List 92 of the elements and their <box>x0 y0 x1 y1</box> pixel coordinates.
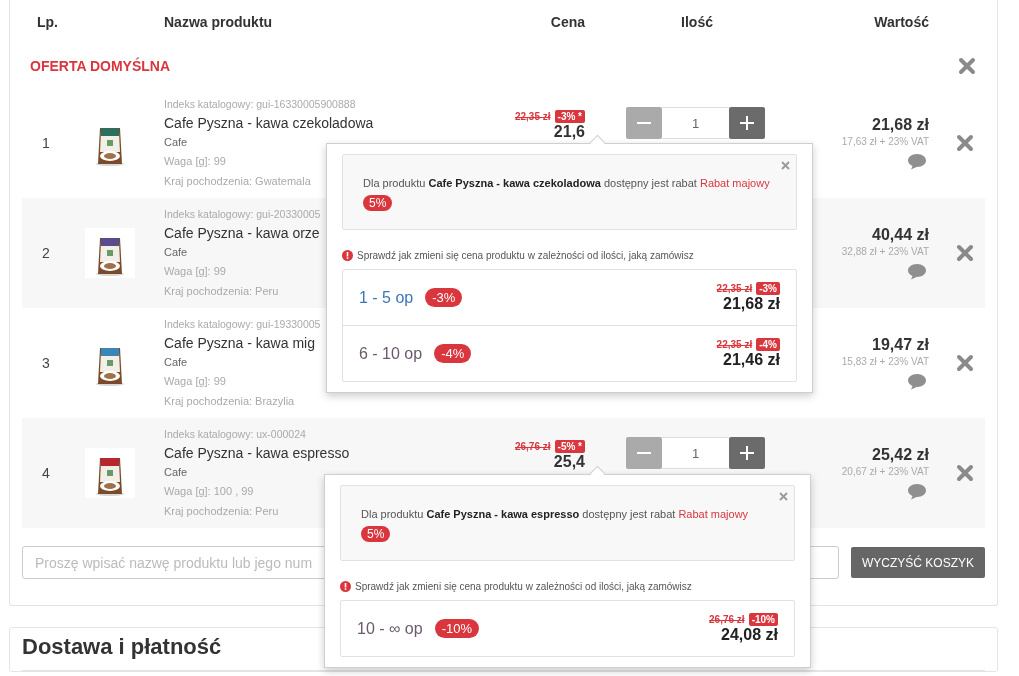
quantity-field[interactable]: 1 <box>662 107 729 139</box>
discount-name[interactable]: Rabat majowy <box>678 508 749 520</box>
discount-message: Dla produktu Cafe Pyszna - kawa czekoladowa dostępny jest rabat <box>363 177 697 189</box>
increase-button[interactable] <box>729 107 765 139</box>
product-category: Cafe <box>164 465 188 480</box>
comment-icon[interactable] <box>907 263 927 280</box>
line-total: 19,47 zł <box>872 336 929 354</box>
row-number: 4 <box>41 465 51 481</box>
remove-icon[interactable] <box>956 134 974 152</box>
remove-icon[interactable] <box>956 244 974 262</box>
section-title: Dostawa i płatność <box>22 634 222 660</box>
net-price: 20,67 zł + 23% VAT <box>841 466 929 477</box>
minus-icon <box>637 122 651 124</box>
catalog-index: Indeks katalogowy: ux-000024 <box>164 427 306 442</box>
quantity-range[interactable]: 10 - ∞ op <box>357 619 423 638</box>
remove-icon[interactable] <box>956 464 974 482</box>
product-weight: Waga [g]: 99 <box>164 154 226 169</box>
old-price: 22,35 zł <box>514 111 551 122</box>
discount-badge[interactable]: -3% * <box>554 110 585 123</box>
product-origin: Kraj pochodzenia: Brazylia <box>164 394 295 409</box>
discount-badge: -4% <box>756 338 780 351</box>
discount-badge: -3% <box>425 288 463 307</box>
column-header: Lp. <box>36 14 59 30</box>
discount-badge: -10% <box>748 613 778 626</box>
product-weight: Waga [g]: 99 <box>164 374 226 389</box>
discount-badge[interactable]: -5% * <box>554 440 585 453</box>
clear-cart-button[interactable]: WYCZYŚĆ KOSZYK <box>851 547 985 578</box>
increase-button[interactable] <box>729 437 765 469</box>
catalog-index: Indeks katalogowy: gui-19330005 <box>164 317 321 332</box>
column-header: Ilość <box>680 14 714 30</box>
net-price: 15,83 zł + 23% VAT <box>841 356 929 367</box>
old-price: 22,35 zł <box>716 339 753 350</box>
product-origin: Kraj pochodzenia: Peru <box>164 504 279 519</box>
minus-icon <box>637 452 651 454</box>
comment-icon[interactable] <box>907 373 927 390</box>
product-weight: Waga [g]: 100 , 99 <box>164 484 254 499</box>
plus-icon <box>740 116 754 130</box>
product-origin: Kraj pochodzenia: Peru <box>164 284 279 299</box>
comment-icon[interactable] <box>907 483 927 500</box>
discount-badge: -10% <box>434 619 480 638</box>
decrease-button[interactable] <box>626 107 662 139</box>
quantity-field[interactable]: 1 <box>662 437 729 469</box>
hint-text: Sprawdź jak zmieni się cena produktu w zależności od ilości, jaką zamówisz <box>357 250 694 261</box>
old-price: 26,76 zł <box>709 614 745 625</box>
row-number: 3 <box>41 355 51 371</box>
current-price: 21,6 <box>553 123 585 140</box>
column-header: Wartość <box>873 14 930 30</box>
line-total: 25,42 zł <box>872 446 929 464</box>
old-price: 26,76 zł <box>514 441 551 452</box>
product-name[interactable]: Cafe Pyszna - kawa orze <box>164 223 320 243</box>
plus-icon <box>740 446 754 460</box>
info-icon <box>340 581 351 592</box>
product-category: Cafe <box>164 135 188 150</box>
info-icon <box>342 250 353 261</box>
catalog-index: Indeks katalogowy: gui-16330005900888 <box>164 97 356 112</box>
remove-icon[interactable] <box>956 354 974 372</box>
discount-badge: -3% <box>756 282 780 295</box>
net-price: 32,88 zł + 23% VAT <box>841 246 929 257</box>
column-header: Cena <box>549 14 586 30</box>
product-name[interactable]: Cafe Pyszna - kawa czekoladowa <box>164 113 374 133</box>
comment-icon[interactable] <box>907 153 927 170</box>
product-weight: Waga [g]: 99 <box>164 264 226 279</box>
product-category: Cafe <box>164 355 188 370</box>
discount-badge: -4% <box>434 344 472 363</box>
product-name[interactable]: Cafe Pyszna - kawa mig <box>164 333 315 353</box>
column-header: Nazwa produktu <box>163 14 274 30</box>
product-origin: Kraj pochodzenia: Gwatemala <box>164 174 311 189</box>
row-number: 1 <box>41 135 51 151</box>
close-icon[interactable] <box>781 161 790 170</box>
old-price: 22,35 zł <box>716 283 753 294</box>
discount-message: Dla produktu Cafe Pyszna - kawa espresso dostępny jest rabat <box>361 508 676 520</box>
remove-icon[interactable] <box>958 57 976 75</box>
product-name[interactable]: Cafe Pyszna - kawa espresso <box>164 443 350 463</box>
row-number: 2 <box>41 245 51 261</box>
tier-price: 21,46 zł <box>723 351 780 369</box>
tier-price: 24,08 zł <box>721 626 778 644</box>
close-icon[interactable] <box>779 492 788 501</box>
discount-name[interactable]: Rabat majowy <box>699 177 770 189</box>
hint-text: Sprawdź jak zmieni się cena produktu w zależności od ilości, jaką zamówisz <box>355 581 692 592</box>
line-total: 40,44 zł <box>872 226 929 244</box>
net-price: 17,63 zł + 23% VAT <box>841 136 929 147</box>
quantity-range[interactable]: 1 - 5 op <box>359 288 414 307</box>
catalog-index: Indeks katalogowy: gui-20330005 <box>164 207 321 222</box>
decrease-button[interactable] <box>626 437 662 469</box>
line-total: 21,68 zł <box>872 116 929 134</box>
tier-price: 21,68 zł <box>723 295 780 313</box>
offer-title: OFERTA DOMYŚLNA <box>30 58 170 74</box>
current-price: 25,4 <box>553 453 585 470</box>
quantity-range[interactable]: 6 - 10 op <box>359 344 423 363</box>
product-category: Cafe <box>164 245 188 260</box>
discount-badge: 5% <box>361 526 391 542</box>
discount-badge: 5% <box>363 195 393 211</box>
